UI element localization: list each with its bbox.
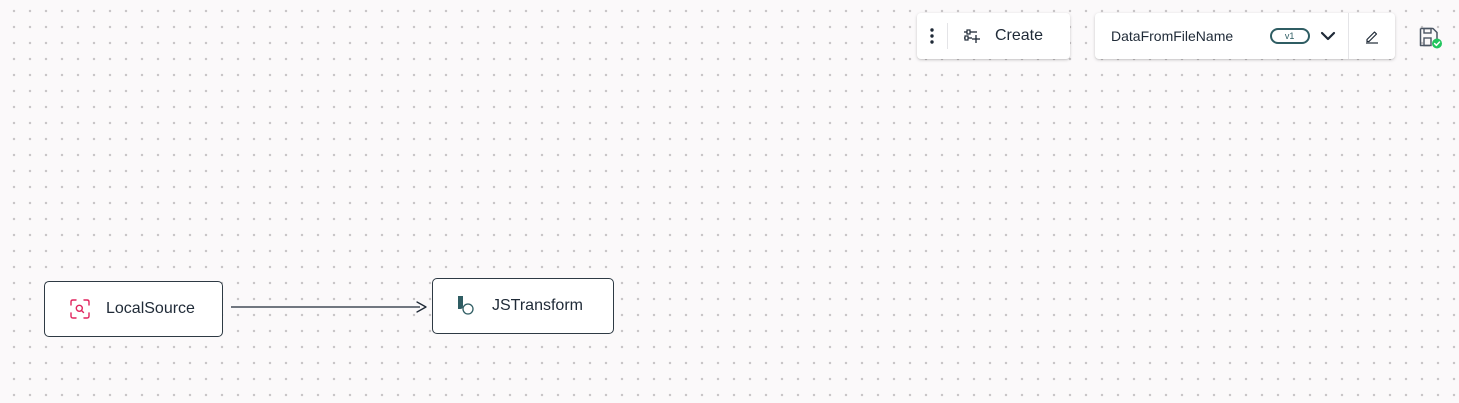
- node-jstransform[interactable]: JSTransform: [432, 278, 614, 334]
- js-transform-icon: [458, 296, 474, 315]
- kebab-vertical-icon: [930, 28, 934, 44]
- save-status-button[interactable]: [1418, 26, 1444, 50]
- edge-localsource-to-jstransform: [231, 301, 427, 313]
- scan-search-icon: [70, 299, 90, 319]
- version-dropdown-button[interactable]: [1317, 24, 1341, 48]
- actions-toolbar: Create: [917, 13, 1070, 59]
- node-label: LocalSource: [106, 300, 195, 317]
- version-badge[interactable]: v1: [1269, 28, 1310, 44]
- flow-name: DataFromFileName: [1111, 28, 1234, 44]
- flow-canvas[interactable]: Create DataFromFileName v1 LocalSource J…: [0, 0, 1459, 403]
- node-localsource[interactable]: LocalSource: [44, 281, 223, 337]
- edit-flow-name-button[interactable]: [1349, 13, 1395, 59]
- create-button-label: Create: [995, 27, 1044, 44]
- node-label: JSTransform: [492, 297, 583, 314]
- create-button[interactable]: Create: [948, 13, 1043, 59]
- more-options-button[interactable]: [917, 13, 947, 59]
- pencil-icon: [1366, 31, 1379, 44]
- sliders-add-icon: [964, 29, 980, 43]
- chevron-down-icon: [1321, 31, 1336, 41]
- floppy-disk-saved-icon: [1419, 27, 1442, 49]
- flow-name-bar: DataFromFileName v1: [1095, 13, 1395, 59]
